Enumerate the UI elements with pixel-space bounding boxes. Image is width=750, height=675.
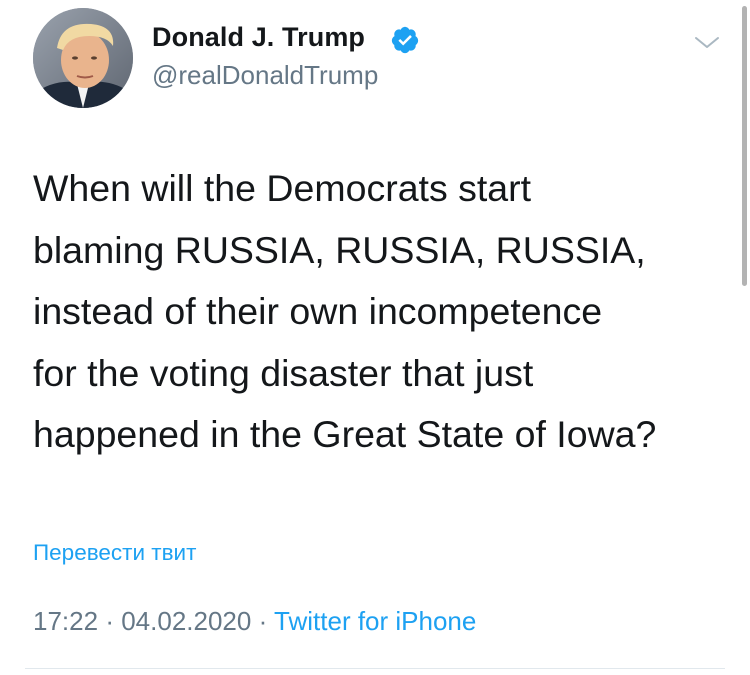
author-handle[interactable]: @realDonaldTrump: [152, 60, 378, 91]
tweet-text-line: When will the Democrats start: [33, 167, 532, 209]
translate-tweet-link[interactable]: Перевести твит: [33, 540, 196, 566]
tweet-time: 17:22: [33, 606, 99, 636]
meta-separator: ·: [258, 606, 268, 636]
tweet-text: When will the Democrats start blaming RU…: [33, 158, 723, 466]
tweet-text-line: for the voting disaster that just: [33, 351, 534, 394]
tweet-date: 04.02.2020: [121, 606, 252, 636]
tweet-meta: 17:22 · 04.02.2020 · Twitter for iPhone: [33, 606, 476, 637]
tweet-text-line: blaming RUSSIA, RUSSIA, RUSSIA,: [33, 228, 646, 271]
author-avatar[interactable]: [33, 8, 133, 108]
tweet-source-link[interactable]: Twitter for iPhone: [274, 606, 476, 636]
author-display-name[interactable]: Donald J. Trump: [152, 22, 365, 53]
scrollbar[interactable]: [742, 6, 747, 286]
divider: [25, 668, 725, 669]
chevron-down-icon[interactable]: [694, 32, 720, 52]
tweet-text-line: happened in the Great State of Iowa?: [33, 413, 657, 455]
meta-separator: ·: [105, 606, 114, 636]
tweet-detail: Donald J. Trump @realDonaldTrump When wi…: [0, 0, 750, 675]
verified-badge-icon: [391, 26, 419, 54]
avatar-photo-icon: [33, 8, 133, 108]
tweet-text-line: instead of their own incompetence: [33, 290, 603, 332]
